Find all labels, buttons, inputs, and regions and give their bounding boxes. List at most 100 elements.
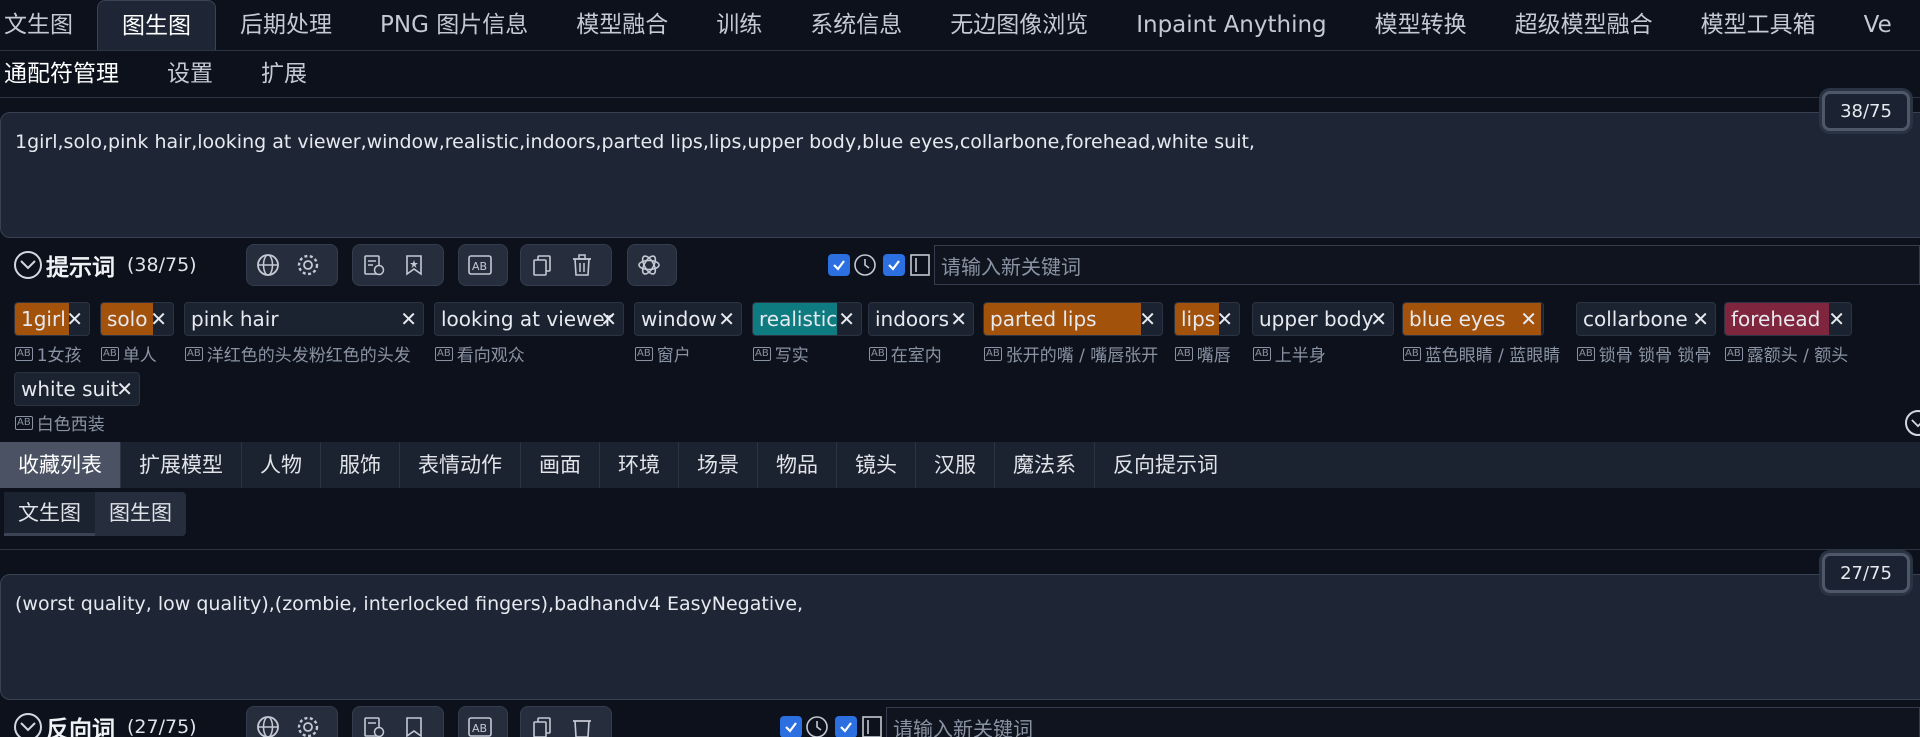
translate-ab-icon[interactable]: AB: [465, 712, 495, 737]
negative-prompt-input[interactable]: (worst quality, low quality),(zombie, in…: [0, 574, 1920, 700]
cat-favorites[interactable]: 收藏列表: [0, 442, 121, 488]
cat-items[interactable]: 物品: [758, 442, 837, 488]
tag-chip[interactable]: collarbone ✕: [1576, 302, 1716, 336]
enable-checkbox-2[interactable]: [835, 716, 857, 737]
cat-character[interactable]: 人物: [242, 442, 321, 488]
tab-train[interactable]: 训练: [692, 0, 786, 50]
tab-merge[interactable]: 模型融合: [552, 0, 692, 50]
cat-extension-models[interactable]: 扩展模型: [121, 442, 242, 488]
chevron-down-icon[interactable]: [14, 251, 42, 279]
enable-checkbox-2[interactable]: [883, 254, 905, 276]
cat-camera[interactable]: 镜头: [837, 442, 916, 488]
tab-settings[interactable]: 设置: [143, 52, 237, 96]
close-icon[interactable]: ✕: [150, 307, 167, 331]
tab-super-merge[interactable]: 超级模型融合: [1491, 0, 1677, 50]
tabs-divider: [0, 50, 1920, 51]
close-icon[interactable]: ✕: [66, 307, 83, 331]
tag-chip[interactable]: lips ✕: [1174, 302, 1240, 336]
enable-checkbox[interactable]: [780, 716, 802, 737]
globe-icon[interactable]: [253, 250, 283, 280]
tag-chip[interactable]: solo ✕: [100, 302, 174, 336]
copy-icon[interactable]: [527, 712, 557, 737]
cat-picture[interactable]: 画面: [521, 442, 600, 488]
tab-png-info[interactable]: PNG 图片信息: [356, 0, 552, 50]
tag-chip[interactable]: pink hair ✕: [184, 302, 424, 336]
text-cursor-icon[interactable]: [908, 253, 932, 281]
tab-extras[interactable]: 后期处理: [216, 0, 356, 50]
cat-scene[interactable]: 场景: [679, 442, 758, 488]
tag-chip[interactable]: realistic ✕: [752, 302, 862, 336]
close-icon[interactable]: ✕: [1828, 307, 1845, 331]
tab-ve[interactable]: Ve: [1840, 0, 1916, 50]
tab-model-convert[interactable]: 模型转换: [1351, 0, 1491, 50]
negative-title[interactable]: 反向词 (27/75): [14, 710, 197, 737]
history-icon[interactable]: [359, 712, 389, 737]
globe-icon[interactable]: [253, 712, 283, 737]
tab-infinite-browser[interactable]: 无边图像浏览: [926, 0, 1112, 50]
openai-icon[interactable]: [634, 250, 664, 280]
trash-icon[interactable]: [567, 712, 597, 737]
tag-translation: AB 嘴唇: [1175, 346, 1231, 366]
trash-icon[interactable]: [567, 250, 597, 280]
tab-model-toolbox[interactable]: 模型工具箱: [1677, 0, 1840, 50]
translate-ab-icon[interactable]: AB: [465, 250, 495, 280]
close-icon[interactable]: ✕: [1216, 307, 1233, 331]
chevron-down-icon[interactable]: [14, 713, 42, 737]
close-icon[interactable]: ✕: [116, 377, 133, 401]
tag-chip[interactable]: white suit ✕: [14, 372, 140, 406]
keyword-input[interactable]: 请输入新关键词: [934, 245, 1920, 285]
history-icon[interactable]: [359, 250, 389, 280]
expand-chevron-icon[interactable]: [1905, 410, 1920, 436]
keyword-input[interactable]: 请输入新关键词: [886, 707, 1920, 737]
tag-chip[interactable]: parted lips ✕: [983, 302, 1163, 336]
copy-icon[interactable]: [527, 250, 557, 280]
close-icon[interactable]: ✕: [838, 307, 855, 331]
tab-inpaint-anything[interactable]: Inpaint Anything: [1112, 0, 1350, 50]
tag-chip[interactable]: blue eyes ✕: [1402, 302, 1544, 336]
tab-txt2img[interactable]: 文生图: [0, 0, 97, 50]
tag-translation: AB 张开的嘴 / 嘴唇张开: [984, 346, 1159, 366]
text-cursor-icon[interactable]: [860, 715, 884, 737]
bookmark-icon[interactable]: [399, 250, 429, 280]
positive-title[interactable]: 提示词 (38/75): [14, 248, 197, 282]
tag-chip[interactable]: looking at viewer ✕: [434, 302, 624, 336]
tab-img2img[interactable]: 图生图: [97, 0, 216, 50]
tag-chip[interactable]: upper body ✕: [1252, 302, 1394, 336]
close-icon[interactable]: ✕: [718, 307, 735, 331]
subtab-img2img[interactable]: 图生图: [95, 492, 186, 536]
tab-extensions[interactable]: 扩展: [237, 52, 331, 96]
close-icon[interactable]: ✕: [1692, 307, 1709, 331]
translate-group: [246, 706, 338, 737]
close-icon[interactable]: ✕: [950, 307, 967, 331]
tag-chip[interactable]: 1girl ✕: [14, 302, 90, 336]
gear-icon[interactable]: [293, 250, 323, 280]
cat-clothing[interactable]: 服饰: [321, 442, 400, 488]
tag-chip[interactable]: indoors ✕: [868, 302, 974, 336]
tag-chip[interactable]: window ✕: [634, 302, 742, 336]
category-tabs: 收藏列表 扩展模型 人物 服饰 表情动作 画面 环境 场景 物品 镜头 汉服 魔…: [0, 442, 1920, 488]
tag-label: looking at viewer: [441, 307, 613, 331]
close-icon[interactable]: ✕: [1520, 307, 1537, 331]
cat-environment[interactable]: 环境: [600, 442, 679, 488]
tab-wildcards[interactable]: 通配符管理: [0, 52, 143, 96]
positive-prompt-input[interactable]: 1girl,solo,pink hair,looking at viewer,w…: [0, 112, 1920, 238]
subtab-txt2img[interactable]: 文生图: [4, 492, 95, 536]
cat-negative[interactable]: 反向提示词: [1095, 442, 1236, 488]
enable-checkbox[interactable]: [828, 254, 850, 276]
clock-icon[interactable]: [853, 253, 877, 281]
close-icon[interactable]: ✕: [400, 307, 417, 331]
translate-text-group: AB: [458, 244, 508, 286]
gear-icon[interactable]: [293, 712, 323, 737]
positive-label: 提示词: [46, 255, 115, 281]
close-icon[interactable]: ✕: [1370, 307, 1387, 331]
clock-icon[interactable]: [805, 715, 829, 737]
cat-hanfu[interactable]: 汉服: [916, 442, 995, 488]
tag-label: window: [641, 307, 717, 331]
close-icon[interactable]: ✕: [600, 307, 617, 331]
bookmark-icon[interactable]: [399, 712, 429, 737]
cat-magic[interactable]: 魔法系: [995, 442, 1095, 488]
tag-chip[interactable]: forehead ✕: [1724, 302, 1852, 336]
cat-expression[interactable]: 表情动作: [400, 442, 521, 488]
close-icon[interactable]: ✕: [1139, 307, 1156, 331]
tab-system-info[interactable]: 系统信息: [786, 0, 926, 50]
